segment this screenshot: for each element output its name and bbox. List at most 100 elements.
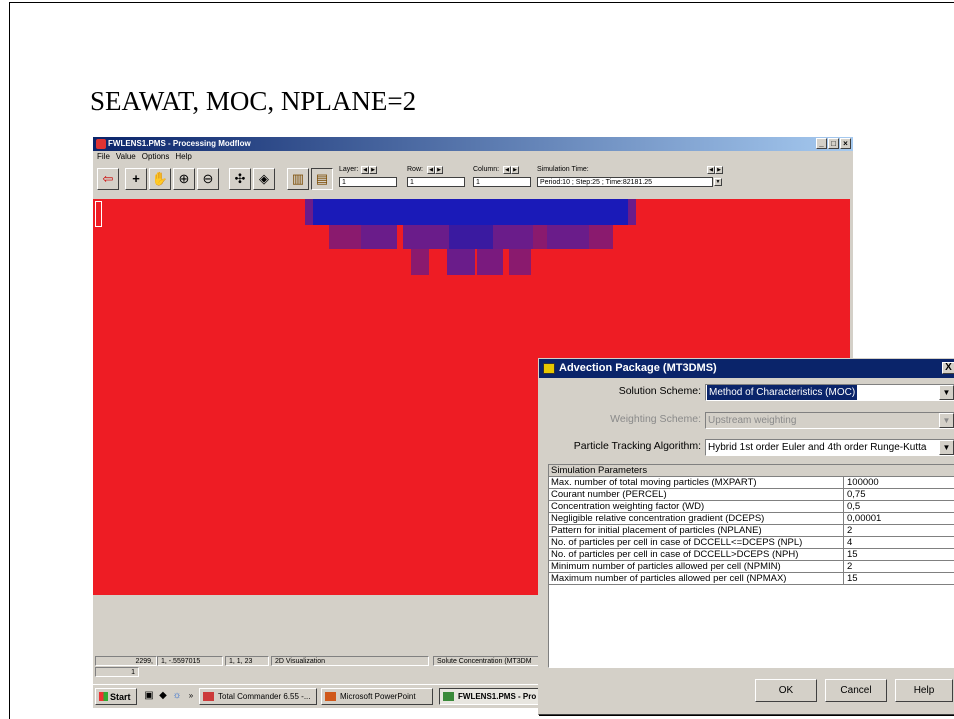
table-row[interactable]: Negligible relative concentration gradie… <box>549 513 954 525</box>
status-mode: 2D Visualization <box>271 656 429 666</box>
param-value[interactable]: 15 <box>843 573 858 584</box>
menu-options[interactable]: Options <box>142 151 170 162</box>
task-label: Microsoft PowerPoint <box>340 692 416 701</box>
table-row[interactable]: Maximum number of particles allowed per … <box>549 573 954 585</box>
menu-value[interactable]: Value <box>116 151 136 162</box>
ok-button[interactable]: OK <box>755 679 817 702</box>
param-value[interactable]: 2 <box>843 561 852 572</box>
app-title: FWLENS1.PMS - Processing Modflow <box>108 139 251 148</box>
close-button[interactable]: × <box>840 138 851 149</box>
plume-cell <box>449 225 493 249</box>
param-value[interactable]: 0,00001 <box>843 513 881 524</box>
param-name: Pattern for initial placement of particl… <box>551 525 762 536</box>
plume-cell <box>628 199 636 225</box>
param-value[interactable]: 0,5 <box>843 501 860 512</box>
menu-help[interactable]: Help <box>175 151 191 162</box>
plume-cell <box>589 225 613 249</box>
param-value[interactable]: 100000 <box>843 477 879 488</box>
menubar: File Value Options Help <box>93 151 192 162</box>
param-name: Minimum number of particles allowed per … <box>551 561 781 572</box>
plume-cell <box>361 225 397 249</box>
chevron-down-icon[interactable]: ▼ <box>939 385 954 400</box>
param-name: Courant number (PERCEL) <box>551 489 667 500</box>
row-prev-icon[interactable]: ◀ <box>427 166 435 174</box>
tracking-algorithm-value: Hybrid 1st order Euler and 4th order Run… <box>708 442 927 453</box>
crosshair-icon[interactable]: + <box>125 168 147 190</box>
table-row[interactable]: Max. number of total moving particles (M… <box>549 477 954 489</box>
plume-cell <box>509 249 531 275</box>
layer-next-icon[interactable]: ▶ <box>369 166 377 174</box>
task-total-commander[interactable]: Total Commander 6.55 -... <box>199 688 317 705</box>
param-name: Max. number of total moving particles (M… <box>551 477 757 488</box>
column-next-icon[interactable]: ▶ <box>511 166 519 174</box>
plume-cell <box>547 225 589 249</box>
param-name: Maximum number of particles allowed per … <box>551 573 787 584</box>
table-row[interactable]: No. of particles per cell in case of DCC… <box>549 537 954 549</box>
table-row[interactable]: No. of particles per cell in case of DCC… <box>549 549 954 561</box>
simtime-select[interactable]: Period:10 ; Step:25 ; Time:82181.25 <box>537 177 713 187</box>
hand-icon[interactable]: ✋ <box>149 168 171 190</box>
status-row2: 1 <box>95 667 139 677</box>
plume-cell <box>533 225 547 249</box>
task-powerpoint[interactable]: Microsoft PowerPoint <box>321 688 433 705</box>
solution-scheme-value: Method of Characteristics (MOC) <box>707 385 858 400</box>
start-button[interactable]: Start <box>95 688 137 705</box>
minimize-button[interactable]: _ <box>816 138 827 149</box>
diamond-icon[interactable]: ◈ <box>253 168 275 190</box>
simtime-prev-icon[interactable]: ◀ <box>707 166 715 174</box>
grid-rows-icon[interactable]: ▤ <box>311 168 333 190</box>
table-row[interactable]: Concentration weighting factor (WD) 0,5 <box>549 501 954 513</box>
column-label: Column: <box>473 166 500 173</box>
row-next-icon[interactable]: ▶ <box>435 166 443 174</box>
tracking-algorithm-label: Particle Tracking Algorithm: <box>573 440 701 452</box>
column-input[interactable]: 1 <box>473 177 531 187</box>
quicklaunch-icon[interactable]: ◆ <box>157 690 169 702</box>
help-button[interactable]: Help <box>895 679 953 702</box>
zoom-out-icon[interactable]: ⊖ <box>197 168 219 190</box>
chevron-down-icon[interactable]: ▼ <box>939 440 954 455</box>
layer-input[interactable]: 1 <box>339 177 397 187</box>
table-row[interactable]: Pattern for initial placement of particl… <box>549 525 954 537</box>
menu-file[interactable]: File <box>97 151 110 162</box>
row-input[interactable]: 1 <box>407 177 465 187</box>
table-row[interactable]: Minimum number of particles allowed per … <box>549 561 954 573</box>
parameters-header: Simulation Parameters <box>549 465 954 477</box>
more-icon[interactable]: » <box>185 690 197 702</box>
grid-columns-icon[interactable]: ▥ <box>287 168 309 190</box>
total-commander-icon <box>203 692 214 701</box>
plume-cell <box>403 225 449 249</box>
table-row[interactable]: Courant number (PERCEL) 0,75 <box>549 489 954 501</box>
dialog-close-button[interactable]: X <box>942 362 954 374</box>
simtime-next-icon[interactable]: ▶ <box>715 166 723 174</box>
exit-icon[interactable]: ⇦ <box>97 168 119 190</box>
chevron-down-icon: ▼ <box>939 413 954 428</box>
maximize-button[interactable]: □ <box>828 138 839 149</box>
internet-explorer-icon[interactable]: ☼ <box>171 690 183 702</box>
slide-title: SEAWAT, MOC, NPLANE=2 <box>90 86 417 116</box>
toolbar: ⇦ + ✋ ⊕ ⊖ ✣ ◈ ▥ ▤ Layer: ◀ ▶ 1 Row: ◀ ▶ … <box>93 164 853 196</box>
dialog-titlebar[interactable]: Advection Package (MT3DMS) X <box>539 359 954 378</box>
app-titlebar[interactable]: FWLENS1.PMS - Processing Modflow _ □ × <box>93 137 853 151</box>
tracking-algorithm-select[interactable]: Hybrid 1st order Euler and 4th order Run… <box>705 439 954 456</box>
advection-dialog: Advection Package (MT3DMS) X Solution Sc… <box>538 358 954 715</box>
task-label: FWLENS1.PMS - Pro <box>458 692 537 701</box>
param-value[interactable]: 4 <box>843 537 852 548</box>
simtime-label: Simulation Time: <box>537 166 589 173</box>
solution-scheme-select[interactable]: Method of Characteristics (MOC) ▼ <box>705 384 954 401</box>
column-prev-icon[interactable]: ◀ <box>503 166 511 174</box>
param-value[interactable]: 0,75 <box>843 489 866 500</box>
pan-icon[interactable]: ✣ <box>229 168 251 190</box>
param-name: Concentration weighting factor (WD) <box>551 501 705 512</box>
layer-prev-icon[interactable]: ◀ <box>361 166 369 174</box>
param-name: No. of particles per cell in case of DCC… <box>551 537 803 548</box>
simtime-dropdown-icon[interactable]: ▼ <box>714 178 722 186</box>
task-processing-modflow[interactable]: FWLENS1.PMS - Pro <box>439 688 549 705</box>
param-value[interactable]: 2 <box>843 525 852 536</box>
modflow-icon <box>443 692 454 701</box>
zoom-in-icon[interactable]: ⊕ <box>173 168 195 190</box>
cancel-button[interactable]: Cancel <box>825 679 887 702</box>
dialog-title: Advection Package (MT3DMS) <box>559 362 717 374</box>
selection-marker <box>95 201 102 227</box>
desktop-icon[interactable]: ▣ <box>143 690 155 702</box>
param-value[interactable]: 15 <box>843 549 858 560</box>
